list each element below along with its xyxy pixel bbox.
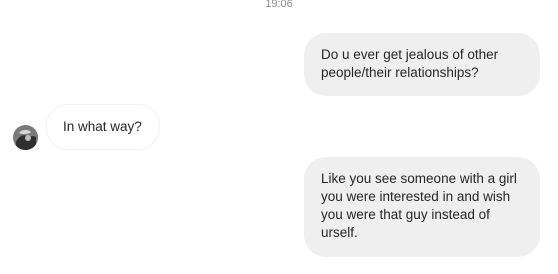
outgoing-message[interactable]: Like you see someone with a girl you wer…: [304, 157, 540, 257]
outgoing-message[interactable]: Do u ever get jealous of other people/th…: [304, 33, 540, 96]
contact-avatar-icon[interactable]: [13, 125, 38, 150]
message-timestamp: 19:06: [265, 0, 293, 10]
incoming-message[interactable]: In what way?: [46, 104, 160, 150]
